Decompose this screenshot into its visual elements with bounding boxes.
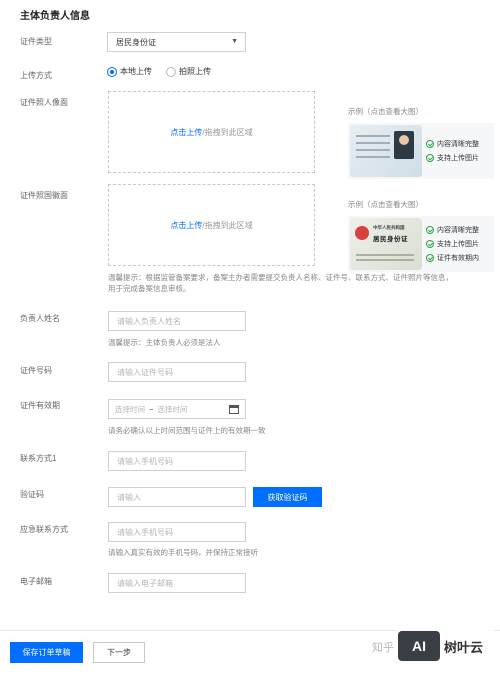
cert-number-input[interactable] xyxy=(108,362,246,382)
owner-name-tip: 温馨提示：主体负责人必须是法人 xyxy=(108,338,221,347)
radio-photo-upload-label: 拍照上传 xyxy=(179,67,211,76)
front-photo-upload-area[interactable]: 点击上传 /拖拽到此区域 xyxy=(108,91,315,173)
radio-unchecked-icon xyxy=(166,66,176,77)
back-upload-link[interactable]: 点击上传 xyxy=(170,220,202,231)
cert-validity-tip: 请务必确认以上时间范围与证件上的有效期一致 xyxy=(108,426,266,435)
radio-photo-upload[interactable]: 拍照上传 xyxy=(166,66,211,77)
emergency-contact-label: 应急联系方式 xyxy=(20,525,68,534)
cert-type-select[interactable]: 居民身份证 ▼ xyxy=(107,32,246,52)
upload-method-label: 上传方式 xyxy=(20,71,52,80)
cert-type-value: 居民身份证 xyxy=(116,38,156,47)
end-date-input[interactable]: 选择时间 xyxy=(157,404,187,415)
emergency-contact-input[interactable] xyxy=(108,522,246,542)
id-card-front-sample[interactable] xyxy=(350,125,422,177)
front-photo-label: 证件照人像面 xyxy=(20,98,68,107)
back-photo-example: 示例（点击查看大图） 中华人民共和国 居民身份证 内容清晰完整 支持上传图片 证… xyxy=(348,199,494,272)
email-label: 电子邮箱 xyxy=(20,577,52,586)
national-emblem-icon xyxy=(355,226,369,240)
cert-type-label: 证件类型 xyxy=(20,37,52,46)
cert-number-label: 证件号码 xyxy=(20,366,52,375)
radio-local-upload-label: 本地上传 xyxy=(120,67,152,76)
back-photo-label: 证件照国徽面 xyxy=(20,191,68,200)
id-card-back-sample[interactable]: 中华人民共和国 居民身份证 xyxy=(350,218,422,270)
front-example-title[interactable]: 示例（点击查看大图） xyxy=(348,106,494,117)
card-title-line1: 中华人民共和国 xyxy=(373,225,405,230)
cert-validity-label: 证件有效期 xyxy=(20,401,60,410)
section-title: 主体负责人信息 xyxy=(20,11,90,22)
save-draft-button[interactable]: 保存订单草稿 xyxy=(10,642,83,663)
contact1-input[interactable] xyxy=(108,451,246,471)
contact1-label: 联系方式1 xyxy=(20,454,57,463)
front-upload-link[interactable]: 点击上传 xyxy=(170,127,202,138)
emergency-contact-tip: 请输入真实有效的手机号码，并保持正常接听 xyxy=(108,548,258,557)
check-circle-icon xyxy=(426,226,434,234)
radio-local-upload[interactable]: 本地上传 xyxy=(107,66,152,77)
check-circle-icon xyxy=(426,140,434,148)
check-item: 支持上传图片 xyxy=(426,153,479,163)
brand-logo: AI xyxy=(398,631,440,661)
calendar-icon[interactable] xyxy=(229,404,239,414)
get-verify-code-button[interactable]: 获取验证码 xyxy=(253,487,322,507)
radio-checked-icon xyxy=(107,66,117,77)
back-photo-upload-area[interactable]: 点击上传 /拖拽到此区域 xyxy=(108,184,315,266)
check-item: 支持上传图片 xyxy=(426,239,479,249)
check-text: 证件有效期内 xyxy=(437,255,479,262)
watermark-text: 知乎 xyxy=(372,642,394,654)
chevron-down-icon: ▼ xyxy=(231,38,238,45)
upload-method-radio-group: 本地上传 拍照上传 xyxy=(107,66,219,77)
verify-code-label: 验证码 xyxy=(20,490,44,499)
check-text: 支持上传图片 xyxy=(437,155,479,162)
check-item: 内容清晰完整 xyxy=(426,139,479,149)
owner-name-label: 负责人姓名 xyxy=(20,314,60,323)
check-circle-icon xyxy=(426,240,434,248)
back-example-title[interactable]: 示例（点击查看大图） xyxy=(348,199,494,210)
front-upload-hint: /拖拽到此区域 xyxy=(202,127,253,137)
owner-name-input[interactable] xyxy=(108,311,246,331)
check-text: 内容清晰完整 xyxy=(437,227,479,234)
next-step-button[interactable]: 下一步 xyxy=(93,642,145,663)
cert-validity-range-picker[interactable]: 选择时间 ~ 选择时间 xyxy=(108,399,246,419)
brand-name: 树叶云 xyxy=(444,639,484,655)
back-upload-hint: /拖拽到此区域 xyxy=(202,220,253,230)
card-title-line2: 居民身份证 xyxy=(373,236,408,243)
check-item: 内容清晰完整 xyxy=(426,225,479,235)
check-item: 证件有效期内 xyxy=(426,253,479,263)
check-circle-icon xyxy=(426,154,434,162)
check-text: 内容清晰完整 xyxy=(437,141,479,148)
check-circle-icon xyxy=(426,254,434,262)
email-input[interactable] xyxy=(108,573,246,593)
front-photo-example: 示例（点击查看大图） 内容清晰完整 支持上传图片 xyxy=(348,106,494,179)
upload-tip: 温馨提示：根据监管备案要求，备案主办者需要提交负责人名称、证件号、联系方式、证件… xyxy=(108,273,453,293)
brand-watermark: AI 树叶云 xyxy=(398,629,494,663)
start-date-input[interactable]: 选择时间 xyxy=(115,404,145,415)
verify-code-input[interactable] xyxy=(108,487,246,507)
range-separator: ~ xyxy=(149,404,154,414)
check-text: 支持上传图片 xyxy=(437,241,479,248)
